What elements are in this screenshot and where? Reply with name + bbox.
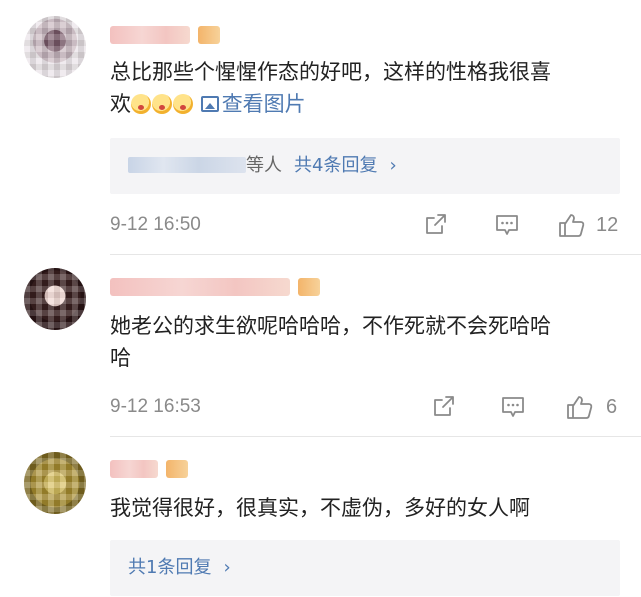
comment-text: 她老公的求生欲呢哈哈哈，不作死就不会死哈哈 哈 bbox=[110, 310, 620, 374]
reply-summary[interactable]: 等人 共4条回复 › bbox=[110, 138, 620, 194]
avatar[interactable] bbox=[24, 16, 86, 78]
share-icon[interactable] bbox=[432, 394, 456, 420]
username-blurred[interactable] bbox=[110, 26, 190, 44]
chevron-right-icon: › bbox=[389, 155, 397, 176]
reply-count[interactable]: 共1条回复 bbox=[128, 557, 211, 578]
comment-text-line: 欢 bbox=[110, 92, 131, 116]
user-badge bbox=[298, 278, 320, 296]
comment-text: 我觉得很好，很真实，不虚伪，多好的女人啊 bbox=[110, 492, 620, 524]
username-blurred[interactable] bbox=[110, 460, 158, 478]
comment-meta: 9-12 16:50 12 bbox=[110, 210, 630, 240]
comment-meta: 9-12 16:53 6 bbox=[110, 392, 630, 422]
comment-divider bbox=[110, 254, 641, 255]
comment-text-line: 总比那些个惺惺作态的好吧，这样的性格我很喜 bbox=[110, 60, 551, 84]
comment-text-line: 我觉得很好，很真实，不虚伪，多好的女人啊 bbox=[110, 496, 530, 520]
user-badge bbox=[166, 460, 188, 478]
reply-summary[interactable]: 共1条回复 › bbox=[110, 540, 620, 596]
view-image-link[interactable]: 查看图片 bbox=[200, 92, 306, 116]
comment-icon[interactable] bbox=[494, 212, 520, 238]
like-count: 6 bbox=[606, 396, 618, 418]
comment-time: 9-12 16:50 bbox=[110, 214, 201, 235]
share-icon[interactable] bbox=[424, 212, 448, 238]
reply-count[interactable]: 共4条回复 bbox=[294, 155, 377, 176]
reply-users-blurred bbox=[128, 157, 246, 173]
reply-suffix: 等人 bbox=[246, 155, 282, 176]
username-blurred[interactable] bbox=[110, 278, 290, 296]
avatar[interactable] bbox=[24, 268, 86, 330]
like-count: 12 bbox=[596, 214, 619, 236]
user-badge bbox=[198, 26, 220, 44]
comment-text-line: 她老公的求生欲呢哈哈哈，不作死就不会死哈哈 bbox=[110, 314, 551, 338]
blushing-emoji bbox=[131, 94, 151, 114]
comment-divider bbox=[110, 436, 641, 437]
like-icon[interactable] bbox=[566, 394, 594, 420]
chevron-right-icon: › bbox=[223, 557, 231, 578]
comment-text: 总比那些个惺惺作态的好吧，这样的性格我很喜 欢 查看图片 bbox=[110, 56, 620, 120]
like-icon[interactable] bbox=[558, 212, 586, 238]
avatar[interactable] bbox=[24, 452, 86, 514]
image-icon bbox=[200, 96, 219, 112]
view-image-label: 查看图片 bbox=[221, 92, 306, 116]
comment-text-line: 哈 bbox=[110, 346, 131, 370]
comment-icon[interactable] bbox=[500, 394, 526, 420]
blushing-emoji bbox=[173, 94, 193, 114]
comment-time: 9-12 16:53 bbox=[110, 396, 201, 417]
blushing-emoji bbox=[152, 94, 172, 114]
